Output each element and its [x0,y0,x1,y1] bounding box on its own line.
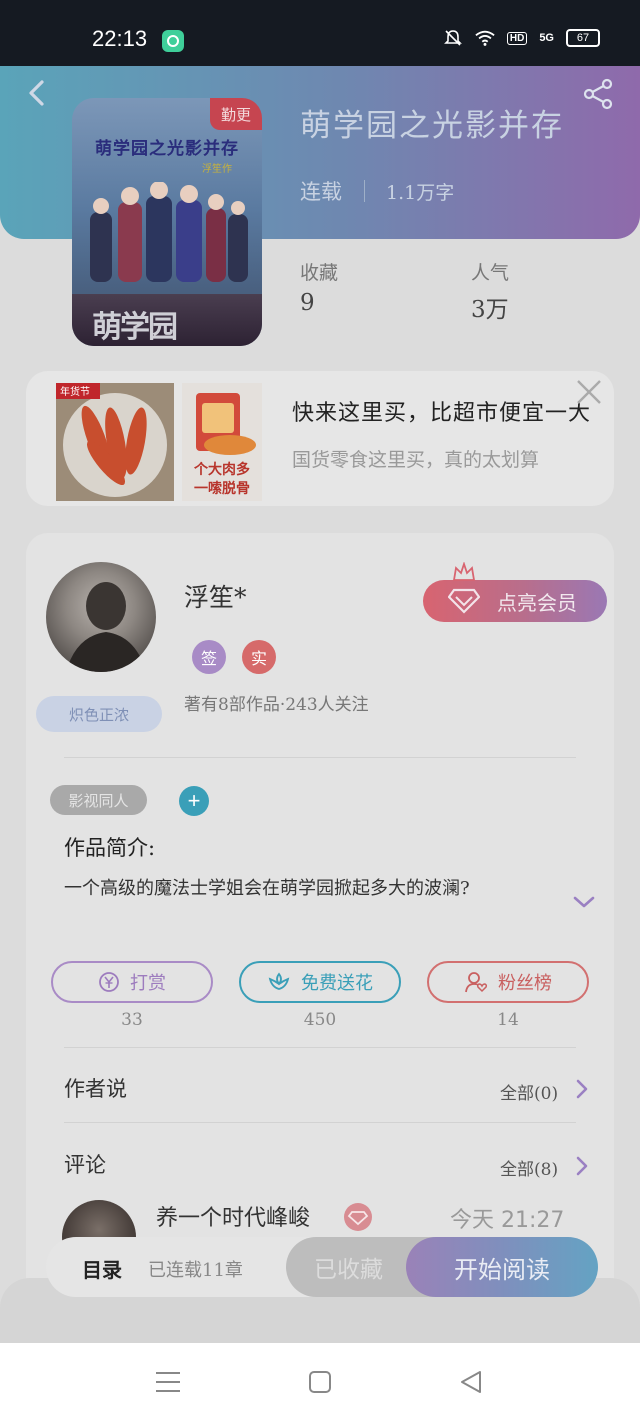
back-triangle-icon[interactable] [458,1368,486,1396]
genre-tag[interactable]: 影视同人 [50,785,147,815]
stat-value-popularity: 3万 [471,297,509,323]
ad-image-snack: 个大肉多 一嗦脱骨 [182,383,262,501]
reward-label: 打赏 [130,973,166,993]
share-icon [583,78,613,110]
plus-icon: + [187,788,201,813]
start-reading-button[interactable]: 开始阅读 [406,1237,598,1297]
ad-image-shrimp: 年货节 [56,383,174,501]
flower-count: 450 [303,1010,337,1030]
ad-title: 快来这里买，比超市便宜一大 [292,401,592,426]
fan-rank-button[interactable]: 粉丝榜 [427,961,589,1003]
crown-icon [452,562,476,581]
user-heart-icon [465,972,488,993]
status-bar: 22:13 HD 5G 67 [0,0,640,66]
app-notification-icon [162,30,184,52]
ad-subtitle: 国货零食这里买，真的太划算 [292,449,540,471]
fan-rank-label: 粉丝榜 [498,973,552,993]
home-icon[interactable] [306,1368,334,1396]
collected-label: 已收藏 [314,1257,383,1283]
status-time: 22:13 [92,26,148,51]
divider-author [64,757,576,758]
back-button[interactable] [22,78,52,108]
reward-button[interactable]: 打赏 [51,961,213,1003]
author-name[interactable]: 浮笙* [184,578,247,614]
stat-value-favorites: 9 [300,290,315,316]
ad-image-tag: 年货节 [60,385,90,398]
ad-image-caption-2: 一嗦脱骨 [194,480,250,496]
signed-tag: 签 [192,640,226,674]
ad-banner[interactable]: 年货节 个大肉多 一嗦脱骨 快来这里买，比超市便宜一大 国货零食这里买，真的太划… [26,371,614,506]
vip-label: 点亮会员 [497,592,577,615]
fan-count: 14 [497,1010,519,1030]
intro-text: 一个高级的魔法士学姐会在萌学园掀起多大的波澜? [64,878,470,899]
free-flower-button[interactable]: 免费送花 [239,961,401,1003]
network-label: 5G [539,32,554,44]
stat-label-favorites: 收藏 [300,262,339,284]
status-divider [364,180,365,202]
close-icon [577,380,601,404]
vip-diamond-icon [344,1203,372,1231]
book-title: 萌学园之光影并存 [300,108,564,144]
verified-tag: 实 [242,640,276,674]
comments-title: 评论 [64,1153,106,1177]
author-avatar[interactable] [46,562,156,672]
chevron-right-icon[interactable] [574,1078,590,1100]
author-say-more[interactable]: 全部(0) [500,1079,558,1104]
toc-button[interactable]: 目录 [82,1254,122,1283]
author-say-title: 作者说 [64,1077,127,1101]
reward-count: 33 [121,1010,143,1030]
free-flower-label: 免费送花 [301,973,373,993]
author-title-badge: 炽色正浓 [36,696,162,732]
diamond-icon [448,588,480,614]
ad-close-button[interactable] [574,377,604,407]
cover-logo-text: 萌学园 [92,310,178,345]
stat-label-popularity: 人气 [471,262,510,284]
author-meta: 著有8部作品·243人关注 [184,695,369,715]
word-count: 1.1万字 [386,182,455,204]
mute-bell-icon [443,28,463,48]
wifi-icon [475,28,495,48]
start-reading-label: 开始阅读 [454,1255,550,1284]
cover-characters-image [90,182,248,282]
comment-time: 今天 21:27 [450,1208,565,1233]
chevron-down-icon[interactable] [572,892,596,912]
share-button[interactable] [582,78,614,110]
divider-actions [64,1047,576,1048]
book-cover[interactable]: 萌学园之光影并存 浮笙作 萌学园 [72,98,262,346]
intro-label: 作品简介: [64,836,156,860]
comments-more[interactable]: 全部(8) [500,1155,558,1180]
commenter-name[interactable]: 养一个时代峰峻 [156,1200,310,1232]
status-icons: HD 5G 67 [443,28,600,48]
cover-title: 萌学园之光影并存 [95,139,239,159]
cover-author: 浮笙作 [202,164,232,175]
update-badge: 勤更 [210,98,262,130]
menu-icon[interactable] [154,1368,182,1396]
toc-chapter-count[interactable]: 已连载11章 [148,1256,243,1282]
serial-status: 连载 [300,180,342,204]
yen-coin-icon [99,972,119,992]
battery-indicator: 67 [566,29,600,47]
hd-indicator: HD [506,31,528,45]
add-tag-button[interactable]: + [179,786,209,816]
chevron-left-icon [29,80,44,106]
ad-image-caption-1: 个大肉多 [194,461,250,477]
flower-icon [268,972,290,990]
divider-author-say [64,1122,576,1123]
chevron-right-icon[interactable] [574,1155,590,1177]
